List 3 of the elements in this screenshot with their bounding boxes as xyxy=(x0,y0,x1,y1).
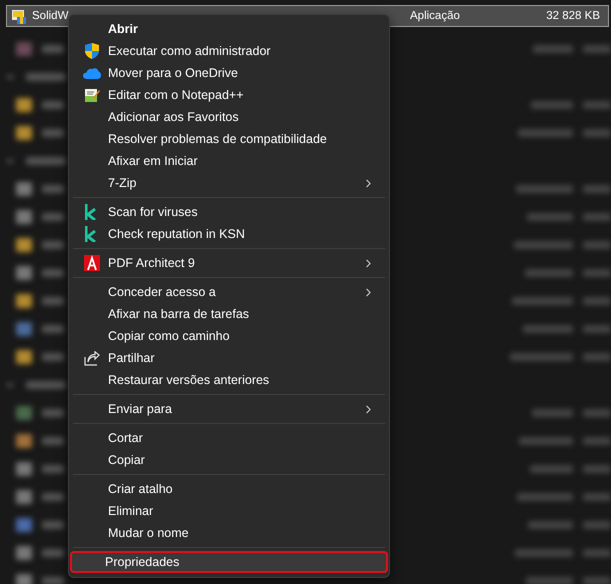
file-size: 32 828 KB xyxy=(545,10,600,22)
file-type: Aplicação xyxy=(410,10,461,22)
file-name: SolidW xyxy=(32,10,70,22)
